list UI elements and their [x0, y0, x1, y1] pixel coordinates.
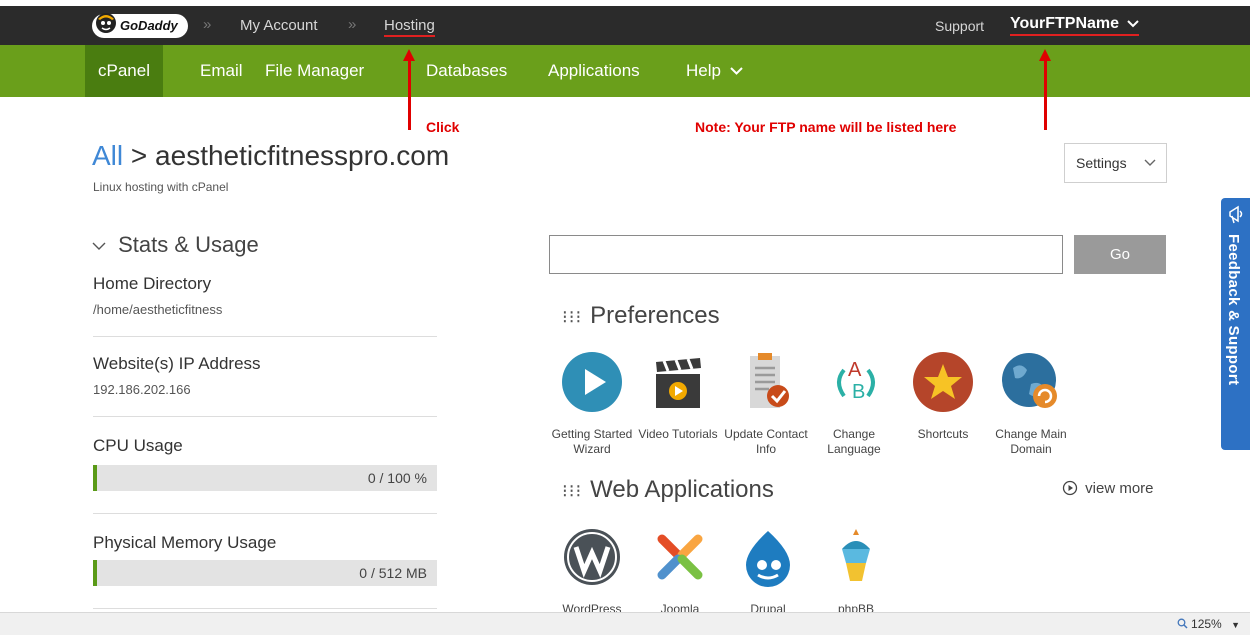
feedback-support-tab[interactable]: Feedback & Support: [1221, 198, 1250, 450]
globe-icon: [1002, 353, 1057, 408]
main-nav: cPanel Email File Manager Databases Appl…: [0, 45, 1250, 97]
nav-help-label: Help: [686, 61, 721, 80]
annotation-note: Note: Your FTP name will be listed here: [695, 119, 957, 135]
annotation-arrow-line: [1044, 60, 1047, 130]
app-label: Video Tutorials: [638, 427, 718, 441]
username-menu[interactable]: YourFTPName: [1010, 15, 1139, 36]
divider: [93, 336, 437, 337]
godaddy-guy-icon: [96, 13, 116, 33]
star-icon: [913, 352, 973, 412]
grid-dots-icon: ⁝⁝⁝: [562, 481, 583, 501]
chevron-down-icon: [1144, 144, 1156, 196]
nav-applications[interactable]: Applications: [548, 45, 640, 97]
app-label: Update Contact Info: [724, 427, 808, 456]
username-label: YourFTPName: [1010, 15, 1120, 32]
feedback-label: Feedback & Support: [1225, 234, 1242, 386]
logo-text: GoDaddy: [120, 18, 178, 33]
view-more-link[interactable]: view more: [1062, 480, 1154, 497]
all-link[interactable]: All: [92, 140, 123, 171]
settings-dropdown[interactable]: Settings: [1064, 143, 1167, 183]
view-more-label: view more: [1085, 480, 1154, 497]
wordpress-icon: [564, 529, 620, 585]
title-separator: >: [130, 140, 148, 171]
settings-label: Settings: [1076, 155, 1127, 171]
app-video-tutorials[interactable]: Video Tutorials: [634, 350, 722, 442]
page: GoDaddy » My Account » Hosting Support Y…: [0, 0, 1250, 635]
top-bar: GoDaddy » My Account » Hosting Support Y…: [0, 6, 1250, 45]
cpu-usage-label: CPU Usage: [93, 436, 183, 455]
svg-text:A: A: [848, 359, 862, 381]
app-change-language[interactable]: A B Change Language: [810, 350, 898, 457]
grid-dots-icon: ⁝⁝⁝: [562, 307, 583, 327]
clapperboard-icon: [656, 358, 701, 408]
play-circle-icon: [1062, 480, 1078, 496]
page-subtitle: Linux hosting with cPanel: [93, 180, 229, 194]
app-phpbb[interactable]: phpBB: [812, 525, 900, 617]
chevron-down-icon: [1126, 20, 1139, 28]
drupal-icon: [746, 531, 790, 587]
breadcrumb-my-account[interactable]: My Account: [240, 17, 318, 34]
language-icon: A B: [837, 359, 875, 403]
ip-address-label: Website(s) IP Address: [93, 354, 261, 373]
magnifier-icon: [1177, 618, 1188, 629]
megaphone-icon: [1229, 205, 1243, 224]
app-joomla[interactable]: Joomla: [636, 525, 724, 617]
cpu-usage-value: 0 / 100 %: [367, 470, 427, 486]
search-input[interactable]: [549, 235, 1063, 274]
home-directory-value: /home/aestheticfitness: [93, 302, 223, 317]
app-drupal[interactable]: Drupal: [724, 525, 812, 617]
chevron-down-icon: [729, 67, 743, 75]
preferences-heading: ⁝⁝⁝ Preferences: [562, 302, 720, 330]
app-getting-started-wizard[interactable]: Getting Started Wizard: [548, 350, 636, 457]
memory-usage-label: Physical Memory Usage: [93, 533, 277, 552]
zoom-level: 125%: [1191, 617, 1222, 631]
nav-help[interactable]: Help: [686, 45, 743, 97]
app-label: Change Main Domain: [995, 427, 1067, 456]
chevron-down-icon: [92, 242, 106, 251]
ip-address-value: 192.186.202.166: [93, 382, 191, 397]
stats-title: Stats & Usage: [118, 232, 259, 257]
preferences-title: Preferences: [590, 302, 720, 329]
clipboard-icon: [750, 353, 789, 408]
app-label: Change Language: [827, 427, 881, 456]
breadcrumb-hosting[interactable]: Hosting: [384, 17, 435, 37]
web-applications-heading: ⁝⁝⁝ Web Applications: [562, 476, 774, 504]
stats-toggle[interactable]: Stats & Usage: [92, 232, 259, 258]
annotation-click: Click: [426, 119, 460, 135]
annotation-arrow-line: [408, 60, 411, 130]
app-wordpress[interactable]: WordPress: [548, 525, 636, 617]
divider: [93, 416, 437, 417]
breadcrumb-separator: »: [203, 16, 212, 33]
cpu-usage-bar: 0 / 100 %: [93, 465, 437, 491]
nav-email[interactable]: Email: [200, 45, 243, 97]
home-directory-label: Home Directory: [93, 274, 212, 293]
memory-usage-value: 0 / 512 MB: [359, 565, 427, 581]
chevron-down-icon: ▼: [1231, 620, 1240, 630]
app-label: Getting Started Wizard: [551, 427, 633, 456]
browser-status-bar: 125% ▼: [0, 612, 1250, 635]
phpbb-icon: [842, 529, 870, 581]
app-change-main-domain[interactable]: Change Main Domain: [987, 350, 1075, 457]
memory-usage-bar: 0 / 512 MB: [93, 560, 437, 586]
joomla-icon: [657, 534, 703, 580]
play-icon: [562, 352, 622, 412]
nav-cpanel[interactable]: cPanel: [85, 45, 163, 97]
web-applications-title: Web Applications: [590, 476, 774, 503]
breadcrumb-separator: »: [348, 16, 357, 33]
divider: [93, 608, 437, 609]
nav-databases[interactable]: Databases: [426, 45, 507, 97]
app-update-contact-info[interactable]: Update Contact Info: [722, 350, 810, 457]
domain-name: aestheticfitnesspro.com: [155, 140, 450, 171]
app-label: Shortcuts: [917, 427, 969, 441]
go-button[interactable]: Go: [1074, 235, 1166, 274]
divider: [93, 513, 437, 514]
page-title: All > aestheticfitnesspro.com: [92, 140, 449, 172]
zoom-control[interactable]: 125% ▼: [1177, 617, 1240, 631]
nav-file-manager[interactable]: File Manager: [265, 45, 364, 97]
support-link[interactable]: Support: [935, 18, 984, 34]
app-shortcuts[interactable]: Shortcuts: [899, 350, 987, 442]
svg-text:B: B: [852, 381, 865, 403]
godaddy-logo[interactable]: GoDaddy: [92, 12, 188, 40]
logo-pill: GoDaddy: [92, 13, 188, 38]
